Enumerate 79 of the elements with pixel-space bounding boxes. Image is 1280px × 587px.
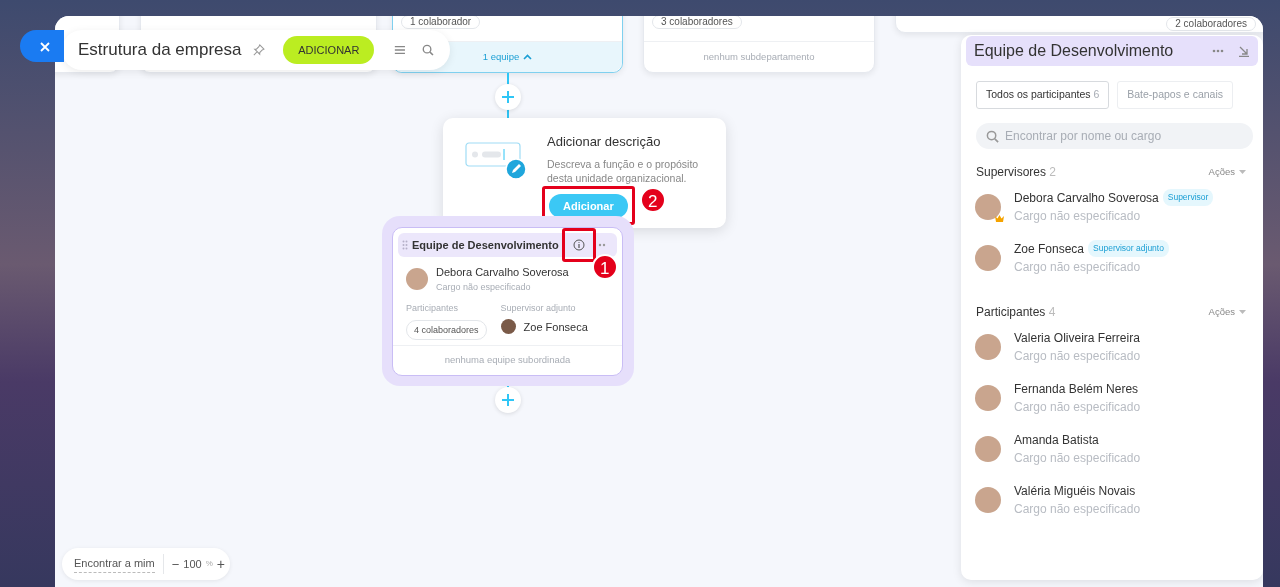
avatar	[975, 333, 1001, 360]
plus-icon	[502, 91, 514, 103]
member-name: Zoe Fonseca	[1014, 240, 1085, 258]
member-row[interactable]: Fernanda Belém Neres Cargo não especificado	[975, 377, 1263, 418]
close-icon	[39, 40, 51, 53]
add-button[interactable]: ADICIONAR	[283, 35, 375, 65]
zoom-value: 100	[183, 556, 202, 572]
avatar	[975, 244, 1001, 271]
member-row[interactable]: Debora Carvalho Soverosa Supervisor Cargo não especificado	[975, 186, 1263, 227]
popover-title: Adicionar descrição	[547, 133, 662, 151]
highlight-frame	[561, 228, 596, 262]
popover-description: Descreva a função e o propósito desta unidade organizacional.	[547, 156, 700, 185]
member-row[interactable]: Amanda Batista Cargo não especificado	[975, 428, 1263, 469]
employee-count-tag: 2 colaboradores	[1166, 17, 1256, 31]
zoom-unit: %	[205, 558, 213, 570]
zoom-in-button[interactable]: +	[216, 557, 225, 571]
card-title: Equipe de Desenvolvimento	[412, 237, 559, 253]
text-field-illustration-icon	[465, 142, 527, 180]
step-number: 1	[591, 254, 618, 280]
actions-dropdown[interactable]: Ações	[1208, 164, 1246, 179]
org-card[interactable]: 3 colaboradores nenhum subdepartamento	[643, 16, 875, 73]
close-button[interactable]	[20, 30, 64, 62]
info-icon[interactable]	[572, 239, 585, 251]
person-name: Zoe Fonseca	[523, 319, 588, 335]
role-tag: Supervisor adjunto	[1088, 240, 1169, 258]
avatar	[975, 435, 1001, 462]
caret-icon	[1239, 309, 1246, 314]
person-name: Debora Carvalho Soverosa	[436, 265, 569, 280]
section-title: Participantes 4	[976, 303, 1057, 321]
drag-handle-icon[interactable]	[402, 240, 408, 250]
member-name: Debora Carvalho Soverosa	[1014, 189, 1159, 207]
member-position: Cargo não especificado	[1014, 398, 1141, 416]
footer-label: 1 equipe	[482, 49, 520, 64]
member-row[interactable]: Zoe Fonseca Supervisor adjunto Cargo não especificado	[975, 237, 1263, 278]
search-field[interactable]: Encontrar por nome ou cargo	[976, 122, 1253, 149]
member-row[interactable]: Valéria Miguéis Novais Cargo não especificado	[975, 479, 1263, 520]
avatar	[975, 486, 1001, 513]
panel-tab[interactable]: Todos os participantes 6	[976, 81, 1110, 109]
member-name: Amanda Batista	[1014, 431, 1099, 449]
step-number: 2	[639, 186, 666, 213]
member-name: Valeria Oliveira Ferreira	[1014, 329, 1140, 347]
member-position: Cargo não especificado	[1014, 347, 1141, 365]
employee-count-tag: 3 colaboradores	[652, 16, 742, 29]
employee-count-tag[interactable]: 4 colaboradores	[406, 319, 487, 340]
find-me-link[interactable]: Encontrar a mim	[74, 555, 155, 573]
member-name: Valéria Miguéis Novais	[1014, 482, 1136, 500]
avatar	[406, 268, 428, 290]
member-position: Cargo não especificado	[1014, 207, 1142, 225]
more-icon[interactable]	[597, 243, 608, 247]
member-position: Cargo não especificado	[1014, 500, 1141, 518]
search-icon	[986, 129, 999, 143]
zoom-out-button[interactable]: −	[171, 557, 180, 571]
section-title: Supervisores 2	[976, 163, 1058, 181]
menu-icon[interactable]	[394, 44, 407, 56]
add-node-button[interactable]	[495, 84, 521, 110]
add-node-button[interactable]	[495, 387, 521, 413]
member-position: Cargo não especificado	[1014, 258, 1142, 276]
role-tag: Supervisor	[1162, 189, 1214, 207]
avatar	[500, 319, 516, 335]
more-icon[interactable]	[1212, 49, 1224, 53]
org-card[interactable]: 2 colaboradores	[895, 16, 1263, 33]
member-row[interactable]: Valeria Oliveira Ferreira Cargo não especificado	[975, 326, 1263, 367]
plus-icon	[502, 394, 514, 406]
search-icon[interactable]	[422, 43, 434, 57]
pin-icon[interactable]	[253, 43, 266, 57]
field-label: Supervisor adjunto	[500, 302, 577, 315]
panel-title: Equipe de Desenvolvimento	[974, 41, 1175, 61]
caret-icon	[1239, 169, 1246, 174]
person-position: Cargo não especificado	[436, 280, 532, 294]
field-label: Participantes	[406, 302, 460, 315]
footer-label: nenhum subdepartamento	[703, 49, 815, 64]
employee-count-tag: 1 colaborador	[401, 16, 481, 29]
member-position: Cargo não especificado	[1014, 449, 1141, 467]
actions-dropdown[interactable]: Ações	[1208, 304, 1246, 319]
footer-label: nenhuma equipe subordinada	[444, 353, 571, 368]
avatar	[975, 384, 1001, 411]
page-title: Estrutura da empresa	[78, 39, 242, 62]
member-name: Fernanda Belém Neres	[1014, 380, 1139, 398]
collapse-icon[interactable]	[1238, 45, 1250, 57]
